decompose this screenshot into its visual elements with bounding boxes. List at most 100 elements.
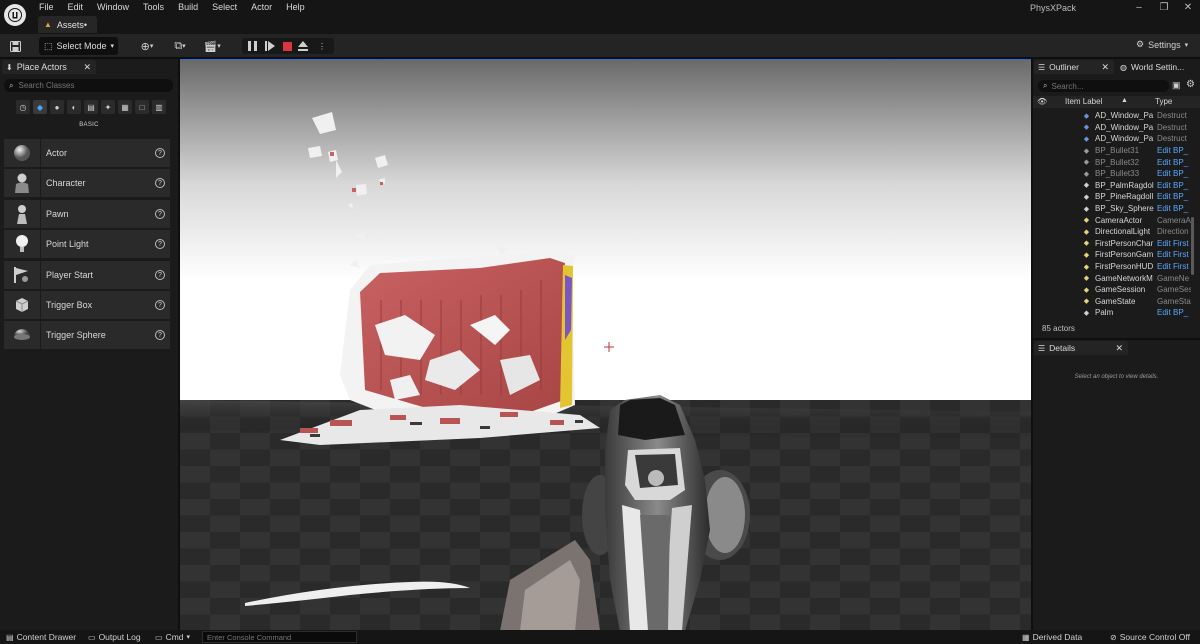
outliner-row[interactable]: ◆ BP_Sky_Sphere Edit BP_ (1033, 203, 1193, 215)
shapes-icon[interactable]: ◐ (67, 100, 81, 114)
edit-blueprint-link[interactable]: Edit First (1157, 239, 1191, 248)
outliner-row[interactable]: ◆ DirectionalLight Direction (1033, 226, 1193, 238)
level-viewport[interactable] (180, 59, 1031, 630)
add-folder-icon[interactable]: ▣ (1172, 80, 1181, 91)
visibility-icon[interactable]: 👁︎ (1037, 97, 1047, 106)
close-icon[interactable]: ✕ (83, 62, 91, 73)
edit-blueprint-link[interactable]: Edit BP_ (1157, 192, 1191, 201)
menu-window[interactable]: Window (90, 0, 136, 14)
help-icon[interactable]: ? (155, 300, 165, 310)
lights-icon[interactable]: ● (50, 100, 64, 114)
add-actor-icon[interactable]: ⊕ ▾ (136, 38, 158, 54)
settings-button[interactable]: ⚙ Settings ▾ (1136, 39, 1188, 50)
outliner-row[interactable]: ◆ BP_PalmRagdol Edit BP_ (1033, 180, 1193, 192)
outliner-row[interactable]: ◆ GameNetworkM GameNe (1033, 272, 1193, 284)
close-icon[interactable]: ✕ (1101, 62, 1109, 73)
menu-build[interactable]: Build (171, 0, 205, 14)
output-log-button[interactable]: ▭ Output Log (88, 632, 141, 642)
outliner-row[interactable]: ◆ AD_Window_Pa Destruct (1033, 110, 1193, 122)
cmd-button[interactable]: ▭ Cmd ▾ (155, 632, 190, 642)
outliner-row[interactable]: ◆ AD_Window_Pa Destruct (1033, 122, 1193, 134)
tab-place-actors[interactable]: ⬇ Place Actors ✕ (2, 60, 96, 74)
menu-edit[interactable]: Edit (61, 0, 91, 14)
unreal-logo-icon[interactable] (4, 4, 26, 26)
gear-icon[interactable]: ⚙ (1186, 79, 1195, 90)
edit-blueprint-link[interactable]: Edit BP_ (1157, 204, 1191, 213)
console-command-input[interactable] (203, 633, 353, 642)
column-type[interactable]: Type (1155, 97, 1172, 106)
outliner-row[interactable]: ◆ BP_Bullet31 Edit BP_ (1033, 145, 1193, 157)
outliner-scrollbar[interactable] (1191, 217, 1194, 275)
close-icon[interactable]: ✕ (1181, 2, 1195, 14)
maximize-icon[interactable]: ❐ (1157, 2, 1171, 14)
edit-blueprint-link[interactable]: Edit BP_ (1157, 146, 1191, 155)
basic-icon[interactable]: ◆ (33, 100, 47, 114)
outliner-row[interactable]: ◆ FirstPersonGam Edit First (1033, 249, 1193, 261)
menu-select[interactable]: Select (205, 0, 244, 14)
outliner-row[interactable]: ◆ Palm Edit BP_ (1033, 307, 1193, 319)
actor-type-icon: ◆ (1083, 112, 1090, 120)
visual-effects-icon[interactable]: ✦ (101, 100, 115, 114)
content-drawer-button[interactable]: ▤ Content Drawer (6, 632, 76, 642)
outliner-row[interactable]: ◆ BP_Bullet33 Edit BP_ (1033, 168, 1193, 180)
menu-actor[interactable]: Actor (244, 0, 279, 14)
minimize-icon[interactable]: – (1132, 2, 1146, 14)
pause-icon[interactable] (246, 40, 258, 52)
actor-item-character[interactable]: Character ? (4, 169, 170, 197)
blueprint-icon[interactable]: ⧉ ▾ (168, 38, 192, 54)
outliner-row[interactable]: ◆ BP_Bullet32 Edit BP_ (1033, 156, 1193, 168)
tab-outliner[interactable]: ☰ Outliner ✕ (1034, 60, 1114, 74)
cinematics-icon[interactable]: 🎬︎ ▾ (200, 38, 224, 54)
help-icon[interactable]: ? (155, 330, 165, 340)
help-icon[interactable]: ? (155, 178, 165, 188)
actor-item-trigger-box[interactable]: Trigger Box ? (4, 291, 170, 319)
save-icon[interactable] (8, 38, 22, 54)
outliner-search-input[interactable] (1051, 81, 1162, 91)
derived-data-button[interactable]: ▦ Derived Data (1022, 632, 1082, 642)
tab-world-settings[interactable]: ◍ World Settin... (1116, 60, 1200, 74)
edit-blueprint-link[interactable]: Edit BP_ (1157, 169, 1191, 178)
close-icon[interactable]: ✕ (1115, 343, 1123, 354)
cinematic-icon[interactable]: ▤ (84, 100, 98, 114)
play-options-icon[interactable]: ⋮ (316, 40, 328, 52)
menu-file[interactable]: File (32, 0, 61, 14)
outliner-row[interactable]: ◆ AD_Window_Pa Destruct (1033, 133, 1193, 145)
eject-icon[interactable] (297, 40, 309, 52)
edit-blueprint-link[interactable]: Edit First (1157, 262, 1191, 271)
select-mode-dropdown[interactable]: ⬚ Select Mode ▾ (39, 37, 118, 55)
help-icon[interactable]: ? (155, 239, 165, 249)
tab-details[interactable]: ☰ Details ✕ (1034, 341, 1128, 355)
edit-blueprint-link[interactable]: Edit BP_ (1157, 308, 1191, 317)
help-icon[interactable]: ? (155, 270, 165, 280)
level-tab[interactable]: ▲ Assets• (38, 16, 98, 33)
outliner-row[interactable]: ◆ GameState GameSta (1033, 296, 1193, 308)
help-icon[interactable]: ? (155, 209, 165, 219)
edit-blueprint-link[interactable]: Edit BP_ (1157, 181, 1191, 190)
outliner-row-label: BP_Bullet31 (1095, 146, 1140, 156)
menu-help[interactable]: Help (279, 0, 312, 14)
recent-icon[interactable]: ◷ (16, 100, 30, 114)
outliner-row[interactable]: ◆ CameraActor CameraA (1033, 214, 1193, 226)
actor-item-pawn[interactable]: Pawn ? (4, 200, 170, 228)
actor-item-point-light[interactable]: Point Light ? (4, 230, 170, 258)
column-item-label[interactable]: Item Label (1065, 97, 1102, 106)
outliner-row[interactable]: ◆ FirstPersonHUD Edit First (1033, 261, 1193, 273)
edit-blueprint-link[interactable]: Edit BP_ (1157, 158, 1191, 167)
step-frame-icon[interactable] (264, 40, 276, 52)
all-classes-icon[interactable]: ▥ (152, 100, 166, 114)
actor-item-trigger-sphere[interactable]: Trigger Sphere ? (4, 321, 170, 349)
outliner-row[interactable]: ◆ GameSession GameSes (1033, 284, 1193, 296)
menu-tools[interactable]: Tools (136, 0, 171, 14)
actor-item-actor[interactable]: Actor ? (4, 139, 170, 167)
geometry-icon[interactable]: ▦ (118, 100, 132, 114)
outliner-row[interactable]: ◆ FirstPersonChar Edit First (1033, 238, 1193, 250)
stop-icon[interactable] (281, 40, 293, 52)
actor-item-player-start[interactable]: Player Start ? (4, 261, 170, 289)
volumes-icon[interactable]: □ (135, 100, 149, 114)
search-classes-input[interactable] (18, 81, 159, 90)
edit-blueprint-link[interactable]: Edit First (1157, 250, 1191, 259)
outliner-row[interactable]: ◆ BP_PineRagdoll Edit BP_ (1033, 191, 1193, 203)
actor-type-icon: ◆ (1083, 217, 1090, 225)
help-icon[interactable]: ? (155, 148, 165, 158)
source-control-button[interactable]: ⊘ Source Control Off (1110, 632, 1190, 642)
